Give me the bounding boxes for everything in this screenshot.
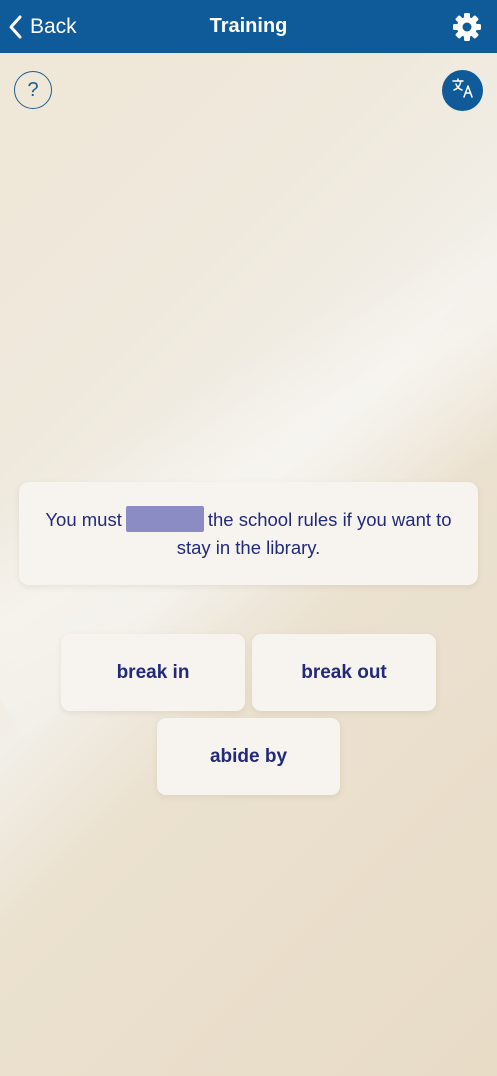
option-label: break out — [301, 661, 387, 683]
page-title: Training — [209, 15, 288, 37]
gear-icon — [451, 13, 483, 47]
answer-blank — [125, 505, 204, 532]
sentence-end: the school rules if you want to stay in … — [176, 508, 452, 558]
question-sentence: You must the school rules if you want to … — [41, 505, 456, 562]
option-break-in-button[interactable]: break in — [61, 634, 245, 711]
translate-icon — [451, 76, 475, 105]
option-label: break in — [116, 661, 190, 683]
sentence-start: You must — [45, 508, 122, 530]
settings-button[interactable] — [451, 11, 483, 43]
question-icon: ? — [27, 78, 39, 101]
option-break-out-button[interactable]: break out — [252, 634, 436, 711]
help-button[interactable]: ? — [14, 71, 52, 109]
translate-button[interactable] — [442, 70, 483, 111]
option-abide-by-button[interactable]: abide by — [157, 718, 340, 795]
question-card: You must the school rules if you want to … — [19, 482, 478, 585]
navigation-bar: Back Training — [0, 0, 497, 53]
option-label: abide by — [209, 745, 288, 767]
